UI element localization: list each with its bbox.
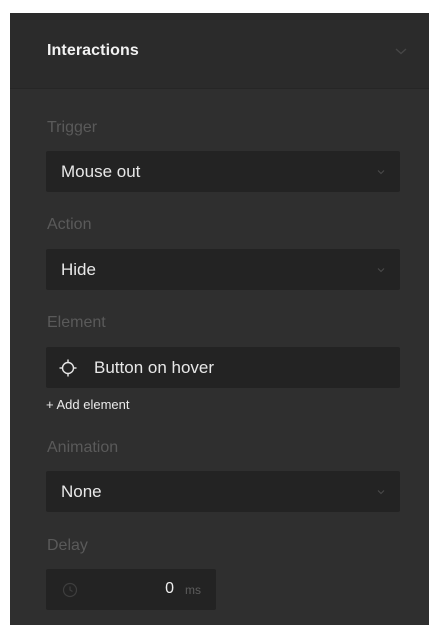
element-label: Element xyxy=(47,314,106,331)
element-value: Button on hover xyxy=(94,358,215,377)
chevron-down-icon xyxy=(377,268,385,273)
panel-title: Interactions xyxy=(47,42,139,59)
delay-input[interactable]: 0 ms xyxy=(46,569,216,610)
trigger-select[interactable]: Mouse out xyxy=(46,151,400,192)
trigger-label: Trigger xyxy=(47,119,98,136)
chevron-down-icon xyxy=(377,170,385,175)
trigger-select-value: Mouse out xyxy=(61,162,141,181)
action-select-value: Hide xyxy=(61,260,96,279)
chevron-down-icon[interactable] xyxy=(393,43,409,59)
clock-icon xyxy=(62,582,78,598)
action-select[interactable]: Hide xyxy=(46,249,400,290)
delay-unit: ms xyxy=(185,583,201,597)
delay-value[interactable]: 0 xyxy=(165,580,174,598)
panel-header[interactable]: Interactions xyxy=(10,13,429,89)
animation-select-value: None xyxy=(61,482,102,501)
chevron-down-icon xyxy=(377,490,385,495)
add-element-link[interactable]: + Add element xyxy=(46,397,129,412)
action-label: Action xyxy=(47,216,92,233)
interactions-panel: Interactions Trigger Mouse out Action Hi… xyxy=(10,13,429,625)
delay-label: Delay xyxy=(47,537,88,554)
target-icon[interactable] xyxy=(59,359,77,377)
element-selector[interactable]: Button on hover xyxy=(46,347,400,388)
animation-label: Animation xyxy=(47,439,119,456)
animation-select[interactable]: None xyxy=(46,471,400,512)
